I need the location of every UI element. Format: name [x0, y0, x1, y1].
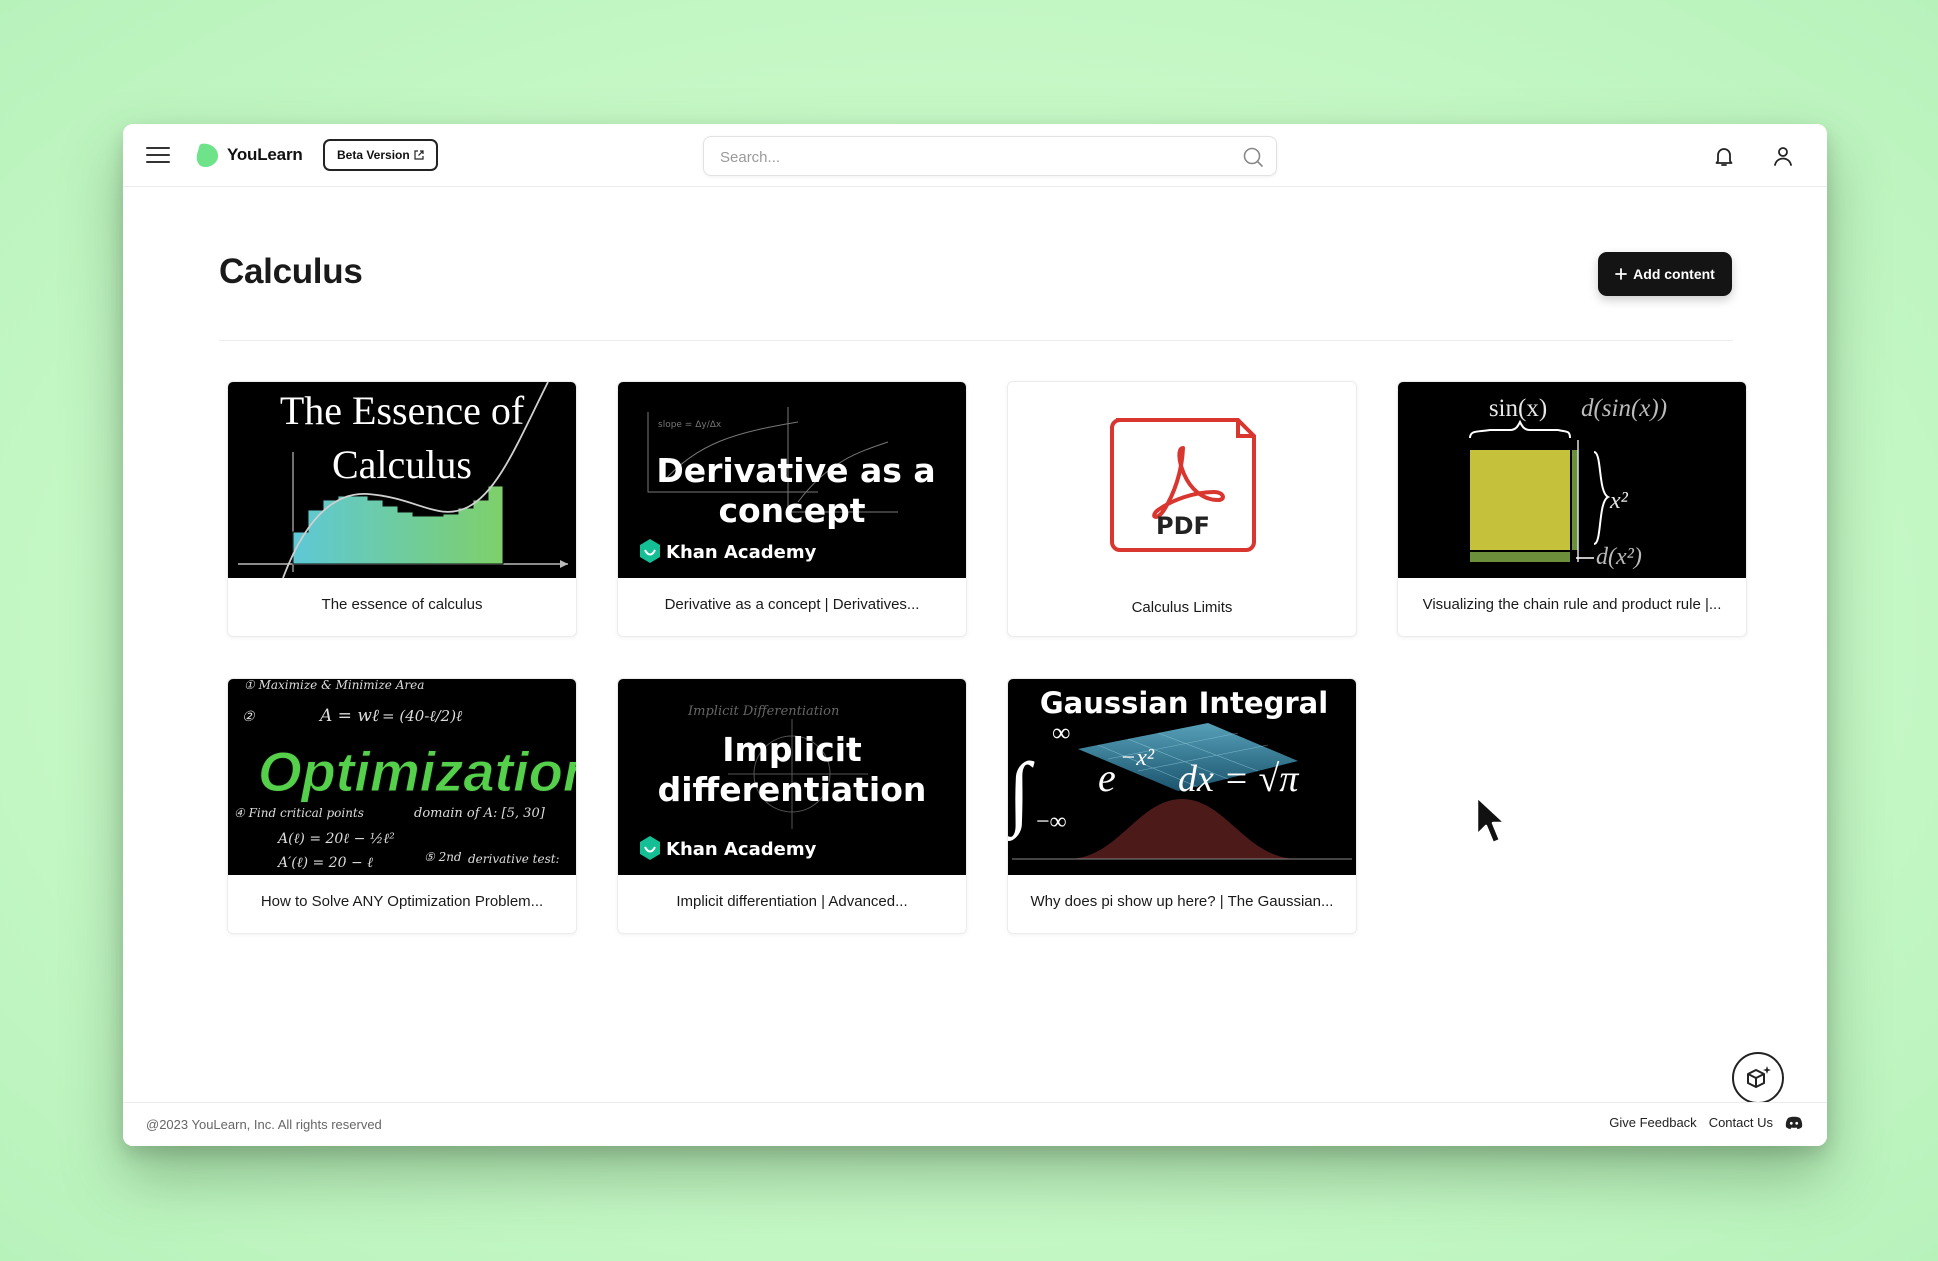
content-card-calculus-limits[interactable]: PDF Calculus Limits: [1007, 381, 1357, 637]
thumb-brand: Khan Academy: [666, 839, 817, 860]
bell-icon[interactable]: [1712, 144, 1736, 168]
ai-assistant-icon: [1747, 1066, 1771, 1088]
thumb-title: Optimization: [258, 740, 576, 803]
thumb-brand: Khan Academy: [666, 542, 817, 563]
thumb-title-line1: Implicit: [722, 730, 862, 769]
pdf-label: PDF: [1156, 512, 1210, 540]
card-thumbnail: Implicit Differentiation Implicit differ…: [618, 679, 966, 875]
card-caption: Why does pi show up here? | The Gaussian…: [1030, 893, 1334, 910]
svg-text:① Maximize & Minimize Area: ① Maximize & Minimize Area: [244, 679, 424, 692]
card-caption: Derivative as a concept | Derivatives...: [664, 596, 920, 613]
discord-icon[interactable]: [1785, 1116, 1803, 1130]
card-thumbnail: The Essence of Calculus: [228, 382, 576, 578]
svg-text:④ Find critical points: ④ Find critical points: [234, 806, 364, 820]
copyright-text: @2023 YouLearn, Inc. All rights reserved: [146, 1117, 382, 1132]
khan-academy-logo-icon: [640, 539, 660, 563]
card-thumbnail: PDF: [1008, 382, 1356, 578]
content-card-essence[interactable]: The Essence of Calculus The essence of c…: [227, 381, 577, 637]
card-caption: Calculus Limits: [1131, 599, 1233, 616]
thumb-title-line1: Derivative as a: [656, 451, 935, 490]
thumb-equation: dx = √π: [1178, 758, 1299, 800]
beta-label: Beta Version: [337, 148, 410, 162]
thumb-exponent: −x²: [1120, 745, 1155, 771]
add-content-button[interactable]: Add content: [1598, 252, 1732, 296]
svg-text:= (40-ℓ/2)ℓ: = (40-ℓ/2)ℓ: [382, 707, 462, 725]
svg-text:②: ②: [242, 709, 256, 725]
svg-text:⑤ 2nd: ⑤ 2nd: [424, 850, 462, 864]
content-card-optimization[interactable]: ① Maximize & Minimize Area ② A = wℓ = (4…: [227, 678, 577, 934]
thumb-title: Gaussian Integral: [1040, 686, 1328, 720]
thumb-domain: domain of A: [5, 30]: [414, 806, 546, 821]
app-window: YouLearn Beta Version Calculus: [123, 124, 1827, 1146]
footer: @2023 YouLearn, Inc. All rights reserved…: [123, 1102, 1827, 1146]
thumb-lower-limit: −∞: [1036, 809, 1067, 835]
header-divider: [219, 340, 1733, 341]
svg-text:A′(ℓ) = 20 − ℓ: A′(ℓ) = 20 − ℓ: [276, 855, 373, 871]
page-title: Calculus: [219, 252, 363, 291]
logo-text: YouLearn: [227, 145, 303, 164]
contact-us-link[interactable]: Contact Us: [1709, 1115, 1773, 1130]
content-card-derivative[interactable]: slope = Δy/Δx Derivative as a concept Kh…: [617, 381, 967, 637]
svg-text:A(ℓ) = 20ℓ − ½ℓ²: A(ℓ) = 20ℓ − ½ℓ²: [276, 831, 395, 847]
beta-version-button[interactable]: Beta Version: [323, 139, 438, 171]
plus-icon: [1615, 268, 1628, 280]
logo[interactable]: YouLearn: [195, 140, 303, 170]
svg-text:slope = Δy/Δx: slope = Δy/Δx: [658, 420, 722, 430]
thumb-note: derivative test:: [468, 852, 560, 866]
logo-icon: [196, 143, 219, 167]
integral-sign-icon: ∫: [1008, 746, 1035, 841]
pointer-cursor-icon: [1475, 795, 1507, 845]
search-bar: [703, 136, 1277, 176]
card-caption: The essence of calculus: [321, 596, 483, 613]
ai-assistant-button[interactable]: [1732, 1052, 1784, 1104]
search-icon[interactable]: [1242, 146, 1264, 168]
thumb-formula: A = wℓ: [318, 706, 379, 726]
card-thumbnail: ① Maximize & Minimize Area ② A = wℓ = (4…: [228, 679, 576, 875]
pdf-icon: PDF: [1110, 418, 1256, 552]
give-feedback-link[interactable]: Give Feedback: [1609, 1115, 1696, 1130]
svg-text:Implicit Differentiation: Implicit Differentiation: [687, 704, 839, 719]
content-card-chain-rule[interactable]: sin(x) d(sin(x)) x² d(x²) Visualizing th…: [1397, 381, 1747, 637]
thumb-label-sin: sin(x): [1489, 395, 1547, 422]
khan-academy-logo-icon: [640, 836, 660, 860]
thumb-label-x2: x²: [1609, 488, 1629, 514]
thumb-e: e: [1098, 755, 1116, 800]
content-card-implicit[interactable]: Implicit Differentiation Implicit differ…: [617, 678, 967, 934]
add-content-label: Add content: [1633, 266, 1715, 282]
top-bar: YouLearn Beta Version: [123, 124, 1827, 187]
card-caption: How to Solve ANY Optimization Problem...: [260, 893, 544, 910]
thumb-title-line2: concept: [718, 491, 865, 530]
footer-links: Give Feedback Contact Us: [1609, 1115, 1803, 1130]
thumb-label-dx2: d(x²): [1596, 544, 1642, 570]
user-icon[interactable]: [1771, 144, 1795, 168]
thumb-title-line2: differentiation: [658, 770, 927, 809]
external-link-icon: [414, 150, 424, 160]
content-card-gaussian[interactable]: Gaussian Integral ∫ ∞ −∞ e −x² dx = √π W…: [1007, 678, 1357, 934]
card-thumbnail: sin(x) d(sin(x)) x² d(x²): [1398, 382, 1746, 578]
menu-icon[interactable]: [146, 147, 170, 163]
thumb-upper-limit: ∞: [1052, 718, 1071, 747]
card-thumbnail: slope = Δy/Δx Derivative as a concept Kh…: [618, 382, 966, 578]
card-caption: Implicit differentiation | Advanced...: [676, 893, 908, 910]
card-thumbnail: Gaussian Integral ∫ ∞ −∞ e −x² dx = √π: [1008, 679, 1356, 875]
thumb-title-line1: The Essence of: [280, 388, 525, 433]
thumb-title-line2: Calculus: [332, 442, 472, 487]
search-input[interactable]: [718, 145, 1222, 169]
card-caption: Visualizing the chain rule and product r…: [1422, 596, 1722, 613]
thumb-label-dsin: d(sin(x)): [1581, 395, 1667, 422]
